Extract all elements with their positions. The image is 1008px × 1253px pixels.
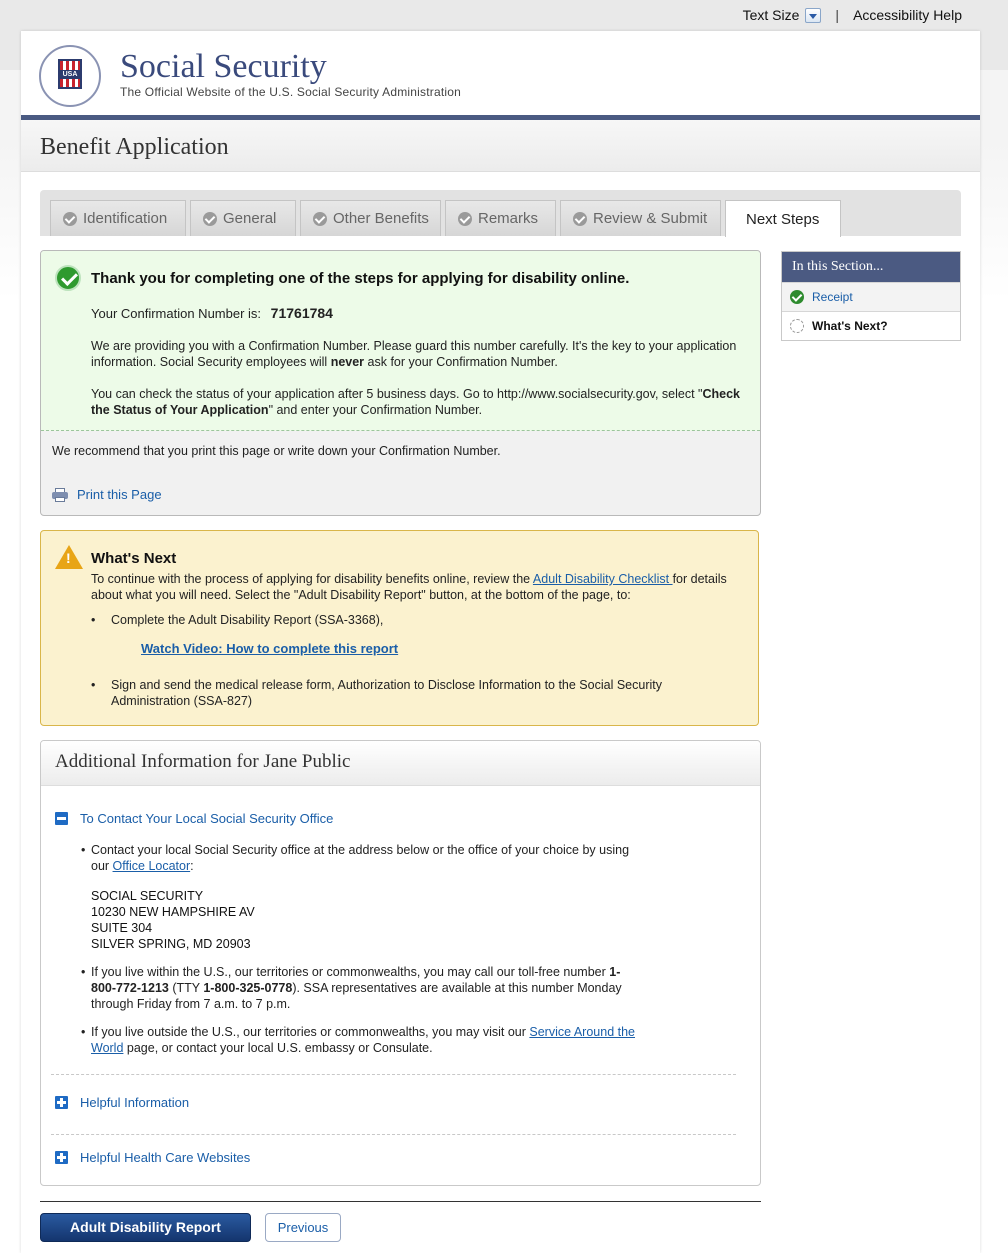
tab-label: Next Steps xyxy=(746,210,820,228)
guard-number-paragraph: We are providing you with a Confirmation… xyxy=(91,338,751,370)
check-icon xyxy=(203,211,217,226)
sidebar-item-whats-next[interactable]: What's Next? xyxy=(782,311,960,340)
success-check-icon xyxy=(55,265,81,291)
confirmation-panel: Thank you for completing one of the step… xyxy=(40,250,761,516)
additional-info-heading: Additional Information for Jane Public xyxy=(41,741,760,786)
list-item: If you live outside the U.S., our territ… xyxy=(81,1024,641,1056)
check-icon xyxy=(790,290,804,304)
text-segment: (TTY xyxy=(168,981,204,995)
chevron-down-icon[interactable] xyxy=(805,7,822,23)
check-icon xyxy=(313,211,327,226)
ssa-seal-logo[interactable]: USA xyxy=(39,45,101,107)
utility-bar: Text Size | Accessibility Help xyxy=(743,7,962,23)
expand-icon xyxy=(55,1151,68,1164)
step-tabs: Identification General Other Benefits Re… xyxy=(40,190,961,237)
adult-disability-checklist-link[interactable]: Adult Disability Checklist xyxy=(533,572,673,586)
whats-next-intro: To continue with the process of applying… xyxy=(91,571,731,603)
check-icon xyxy=(63,211,77,226)
sidebar-item-label: What's Next? xyxy=(812,319,888,333)
utility-separator: | xyxy=(835,7,840,23)
address-line: 10230 NEW HAMPSHIRE AV xyxy=(91,905,255,919)
tab-label: General xyxy=(223,210,277,227)
previous-button[interactable]: Previous xyxy=(265,1213,341,1242)
site-header: USA Social Security The Official Website… xyxy=(21,31,980,120)
success-title: Thank you for completing one of the step… xyxy=(91,270,630,287)
confirmation-line: Your Confirmation Number is: 71761784 xyxy=(91,305,333,321)
list-item: Complete the Adult Disability Report (SS… xyxy=(91,612,731,628)
site-subtitle: The Official Website of the U.S. Social … xyxy=(120,85,461,99)
tab-label: Identification xyxy=(83,210,168,227)
tab-review-submit[interactable]: Review & Submit xyxy=(560,200,721,236)
text-segment: To continue with the process of applying… xyxy=(91,572,533,586)
footer-divider xyxy=(40,1201,761,1202)
accordion-title: To Contact Your Local Social Security Of… xyxy=(80,811,334,826)
check-icon xyxy=(458,211,472,226)
tty-number: 1-800-325-0778 xyxy=(203,981,293,995)
address-line: SILVER SPRING, MD 20903 xyxy=(91,937,251,951)
collapse-icon xyxy=(55,812,68,825)
print-page-label: Print this Page xyxy=(77,487,162,502)
list-item: Sign and send the medical release form, … xyxy=(91,677,731,709)
tab-label: Other Benefits xyxy=(333,210,429,227)
text-segment: If you live outside the U.S., our territ… xyxy=(91,1025,530,1039)
address-line: SUITE 304 xyxy=(91,921,153,935)
list-item: If you live within the U.S., our territo… xyxy=(81,964,641,1012)
accordion-title: Helpful Health Care Websites xyxy=(80,1150,251,1165)
divider xyxy=(51,1074,736,1075)
tab-other-benefits[interactable]: Other Benefits xyxy=(300,200,441,236)
confirmation-label: Your Confirmation Number is: xyxy=(91,306,262,321)
expand-icon xyxy=(55,1096,68,1109)
confirmation-message: Thank you for completing one of the step… xyxy=(41,251,760,431)
text-segment: : xyxy=(190,859,194,873)
check-icon xyxy=(573,211,587,226)
address-line: SOCIAL SECURITY xyxy=(91,889,204,903)
text-size-label[interactable]: Text Size xyxy=(743,7,800,23)
divider xyxy=(51,1134,736,1135)
site-title[interactable]: Social Security xyxy=(120,48,327,86)
accordion-contact-office[interactable]: To Contact Your Local Social Security Of… xyxy=(55,811,333,826)
tab-general[interactable]: General xyxy=(190,200,296,236)
tab-identification[interactable]: Identification xyxy=(50,200,186,236)
text-segment: If you live within the U.S., our territo… xyxy=(91,965,610,979)
office-locator-link[interactable]: Office Locator xyxy=(113,859,191,873)
accessibility-help-link[interactable]: Accessibility Help xyxy=(853,7,962,23)
whats-next-title: What's Next xyxy=(91,550,177,567)
text-segment: ask for your Confirmation Number. xyxy=(364,355,558,369)
accordion-health-care-websites[interactable]: Helpful Health Care Websites xyxy=(55,1150,250,1165)
warning-icon: ! xyxy=(55,545,83,569)
list-item: Contact your local Social Security offic… xyxy=(81,842,641,874)
text-bold: never xyxy=(330,355,365,369)
printer-icon xyxy=(52,487,68,502)
text-segment: page, or contact your local U.S. embassy… xyxy=(123,1041,433,1055)
sidebar-item-receipt[interactable]: Receipt xyxy=(782,282,960,311)
sidebar-heading: In this Section... xyxy=(782,252,960,282)
watch-video-link[interactable]: Watch Video: How to complete this report xyxy=(141,641,398,656)
text-segment: You can check the status of your applica… xyxy=(91,387,703,401)
print-recommendation: We recommend that you print this page or… xyxy=(52,444,501,458)
section-sidebar: In this Section... Receipt What's Next? xyxy=(781,251,961,341)
page-title: Benefit Application xyxy=(40,134,229,160)
office-address: SOCIAL SECURITY 10230 NEW HAMPSHIRE AV S… xyxy=(91,888,255,952)
app-title-bar: Benefit Application xyxy=(21,120,980,172)
text-segment: " and enter your Confirmation Number. xyxy=(268,403,483,417)
tab-label: Review & Submit xyxy=(593,210,708,227)
tab-remarks[interactable]: Remarks xyxy=(445,200,556,236)
seal-usa-text: USA xyxy=(58,70,82,79)
whats-next-panel: ! What's Next To continue with the proce… xyxy=(40,530,759,726)
tab-label: Remarks xyxy=(478,210,539,227)
check-status-paragraph: You can check the status of your applica… xyxy=(91,386,751,418)
print-page-link[interactable]: Print this Page xyxy=(52,487,162,502)
empty-circle-icon xyxy=(790,319,804,333)
tab-next-steps[interactable]: Next Steps xyxy=(725,200,841,237)
confirmation-number: 71761784 xyxy=(270,305,333,321)
accordion-title: Helpful Information xyxy=(80,1095,190,1110)
adult-disability-report-button[interactable]: Adult Disability Report xyxy=(40,1213,251,1242)
sidebar-item-label: Receipt xyxy=(812,290,853,304)
accordion-helpful-info[interactable]: Helpful Information xyxy=(55,1095,189,1110)
additional-info-panel: Additional Information for Jane Public T… xyxy=(40,740,761,1186)
main-container: USA Social Security The Official Website… xyxy=(21,31,980,1253)
